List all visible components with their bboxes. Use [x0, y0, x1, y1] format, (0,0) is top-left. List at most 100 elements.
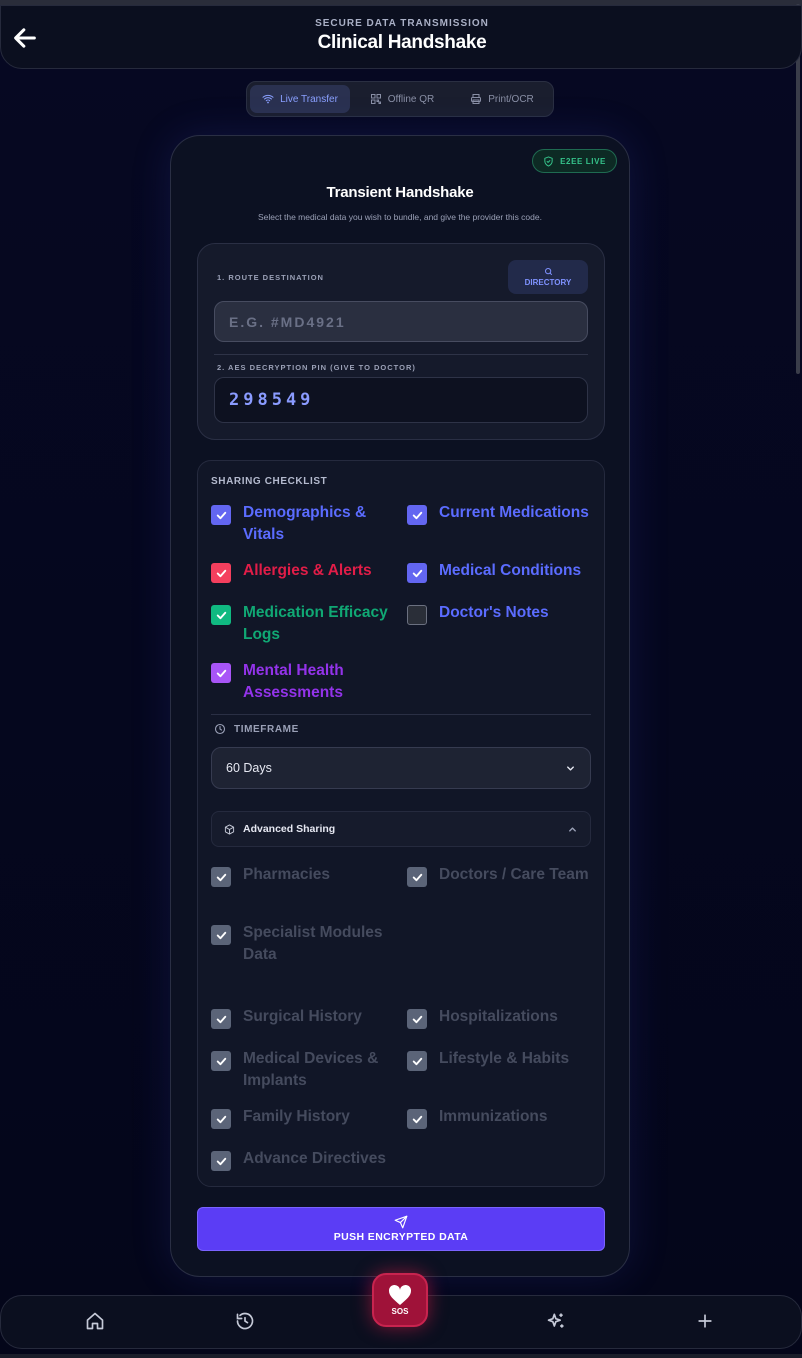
divider [214, 354, 588, 355]
checkbox-label: Advance Directives [243, 1150, 387, 1167]
sparkles-icon[interactable] [546, 1311, 568, 1333]
chevron-down-icon [567, 765, 574, 771]
sos-button[interactable]: SOS [372, 1273, 428, 1327]
card-description: Select the medical data you wish to bund… [258, 212, 542, 222]
checkbox-label: Current Medications [439, 504, 589, 521]
divider [211, 714, 591, 715]
checkbox-checked-icon[interactable] [211, 925, 231, 945]
history-icon[interactable] [235, 1311, 257, 1333]
checkbox-label: Demographics & Vitals [243, 504, 367, 543]
checkbox-label: Medical Conditions [439, 562, 582, 579]
push-encrypted-data-button[interactable]: PUSH ENCRYPTED DATA [197, 1207, 605, 1251]
tab-live-transfer[interactable]: Live Transfer [250, 85, 350, 113]
checkbox-label: Doctor's Notes [439, 604, 549, 621]
heart-icon [388, 1284, 412, 1305]
checkbox-doctors-notes[interactable]: Doctor's Notes [407, 602, 589, 625]
search-icon [544, 268, 552, 275]
checkbox-medical-conditions[interactable]: Medical Conditions [407, 560, 599, 583]
checkbox-label: Allergies & Alerts [243, 562, 372, 579]
checkbox-label: Immunizations [439, 1108, 548, 1125]
checkbox-checked-icon[interactable] [407, 1009, 427, 1029]
checkbox-checked-icon[interactable] [211, 1051, 231, 1071]
advanced-sharing-label: Advanced Sharing [243, 823, 336, 835]
checkbox-checked-icon[interactable] [407, 1051, 427, 1071]
sharing-checklist: SHARING CHECKLIST Demographics & Vitals … [197, 460, 605, 1187]
timeframe-selected-value: 60 Days [226, 761, 272, 775]
handshake-card: E2EE LIVE Transient Handshake Select the… [170, 135, 630, 1277]
checkbox-label: Family History [243, 1108, 350, 1125]
checkbox-allergies-alerts[interactable]: Allergies & Alerts [211, 560, 393, 583]
checkbox-specialist-modules-data[interactable]: Specialist Modules Data [211, 922, 393, 966]
push-button-label: PUSH ENCRYPTED DATA [333, 1231, 469, 1243]
checkbox-family-history[interactable]: Family History [211, 1106, 393, 1129]
timeframe-select[interactable]: 60 Days [211, 747, 591, 789]
timeframe-label-text: TIMEFRAME [234, 723, 299, 735]
checkbox-demographics-vitals[interactable]: Demographics & Vitals [211, 502, 393, 546]
checkbox-checked-icon[interactable] [211, 663, 231, 683]
checkbox-label: Doctors / Care Team [439, 866, 589, 883]
checkbox-label: Medication Efficacy Logs [243, 604, 388, 643]
e2ee-status-badge: E2EE LIVE [532, 149, 617, 173]
checkbox-checked-icon[interactable] [211, 867, 231, 887]
transfer-mode-tabs: Live Transfer Offline QR Print/OCR [246, 81, 554, 117]
checkbox-medical-devices-implants[interactable]: Medical Devices & Implants [211, 1048, 393, 1092]
directory-label: DIRECTORY [524, 278, 572, 287]
tab-print-ocr[interactable]: Print/OCR [454, 85, 550, 113]
checkbox-doctors-care-team[interactable]: Doctors / Care Team [407, 864, 589, 887]
send-icon [394, 1215, 408, 1229]
decryption-pin-field[interactable]: 298549 [214, 377, 588, 423]
checkbox-mental-health-assessments[interactable]: Mental Health Assessments [211, 660, 393, 704]
checkbox-checked-icon[interactable] [407, 505, 427, 525]
checkbox-checked-icon[interactable] [211, 505, 231, 525]
checkbox-label: Hospitalizations [439, 1008, 558, 1025]
clock-icon [214, 723, 226, 735]
checkbox-label: Surgical History [243, 1008, 362, 1025]
checkbox-hospitalizations[interactable]: Hospitalizations [407, 1006, 589, 1029]
checkbox-checked-icon[interactable] [211, 605, 231, 625]
printer-icon [471, 94, 482, 104]
route-destination-label: 1. ROUTE DESTINATION [217, 273, 324, 282]
checkbox-checked-icon[interactable] [407, 1109, 427, 1129]
checkbox-unchecked-icon[interactable] [407, 605, 427, 625]
plus-icon[interactable] [695, 1311, 717, 1333]
timeframe-label: TIMEFRAME [214, 723, 299, 735]
badge-label: E2EE LIVE [560, 156, 606, 166]
checkbox-label: Pharmacies [243, 866, 331, 883]
checkbox-label: Specialist Modules Data [243, 924, 383, 963]
sos-label: SOS [391, 1307, 409, 1316]
checkbox-label: Medical Devices & Implants [243, 1050, 379, 1089]
card-title: Transient Handshake [326, 184, 474, 201]
route-panel: 1. ROUTE DESTINATION DIRECTORY E.G. #MD4… [197, 243, 605, 440]
checkbox-lifestyle-habits[interactable]: Lifestyle & Habits [407, 1048, 589, 1071]
tab-label: Live Transfer [280, 93, 338, 105]
checkbox-advance-directives[interactable]: Advance Directives [211, 1148, 393, 1171]
checkbox-immunizations[interactable]: Immunizations [407, 1106, 589, 1129]
route-destination-input[interactable]: E.G. #MD4921 [214, 301, 588, 342]
pin-label: 2. AES DECRYPTION PIN (GIVE TO DOCTOR) [217, 363, 416, 372]
checklist-title: SHARING CHECKLIST [211, 476, 328, 487]
directory-button[interactable]: DIRECTORY [508, 260, 588, 294]
home-icon[interactable] [85, 1311, 107, 1333]
qr-icon [370, 94, 381, 104]
window-bottom-edge [0, 1354, 802, 1358]
checkbox-checked-icon[interactable] [407, 563, 427, 583]
wifi-icon [262, 94, 274, 104]
checkbox-surgical-history[interactable]: Surgical History [211, 1006, 393, 1029]
app-header: SECURE DATA TRANSMISSION Clinical Handsh… [0, 5, 802, 69]
tab-offline-qr[interactable]: Offline QR [354, 85, 450, 113]
checkbox-label: Mental Health Assessments [243, 662, 344, 701]
checkbox-medication-efficacy-logs[interactable]: Medication Efficacy Logs [211, 602, 393, 646]
checkbox-pharmacies[interactable]: Pharmacies [211, 864, 393, 887]
checkbox-checked-icon[interactable] [407, 867, 427, 887]
checkbox-current-medications[interactable]: Current Medications [407, 502, 589, 525]
advanced-sharing-toggle[interactable]: Advanced Sharing [211, 811, 591, 847]
shield-check-icon [544, 155, 553, 167]
tab-label: Offline QR [387, 93, 435, 105]
checkbox-checked-icon[interactable] [211, 563, 231, 583]
tab-label: Print/OCR [488, 93, 534, 105]
checkbox-checked-icon[interactable] [211, 1151, 231, 1171]
checkbox-checked-icon[interactable] [211, 1009, 231, 1029]
page-title: Clinical Handshake [317, 32, 487, 53]
checkbox-checked-icon[interactable] [211, 1109, 231, 1129]
box-icon [224, 823, 235, 835]
